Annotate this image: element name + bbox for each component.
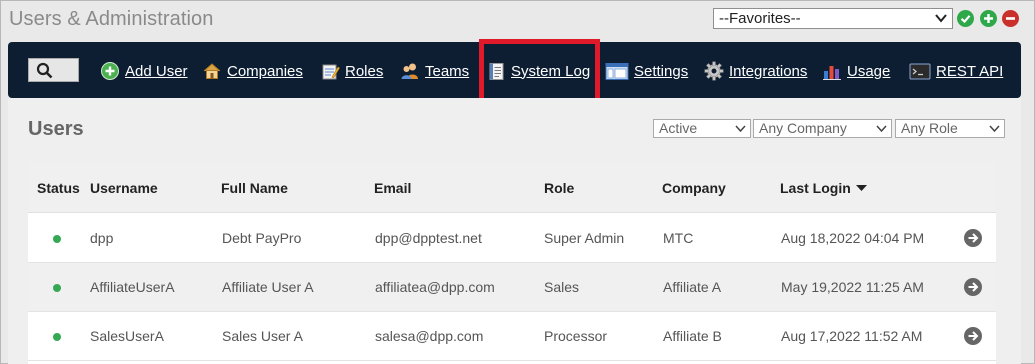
cell-full-name: Sales User A xyxy=(222,328,303,344)
nav-label: Settings xyxy=(634,62,689,80)
search-icon xyxy=(36,62,53,79)
nav-companies[interactable]: Companies xyxy=(202,60,303,82)
cell-role: Super Admin xyxy=(544,230,625,246)
status-filter-select[interactable]: Active xyxy=(653,119,751,138)
users-panel: Users Active Any Company Any Role Status… xyxy=(8,98,1021,364)
cell-company: MTC xyxy=(663,230,694,246)
nav-label: Integrations xyxy=(729,62,808,80)
nav-add-user[interactable]: Add User xyxy=(100,60,188,82)
column-header-username[interactable]: Username xyxy=(90,180,158,196)
nav-integrations[interactable]: Integrations xyxy=(704,60,807,82)
terminal-icon xyxy=(909,61,931,81)
users-table: Status Username Full Name Email Role Com… xyxy=(28,162,996,364)
chevron-down-icon xyxy=(934,10,948,26)
role-filter-value: Any Role xyxy=(901,120,958,136)
cell-full-name: Debt PayPro xyxy=(222,230,302,246)
page-title: Users & Administration xyxy=(9,8,214,30)
chevron-down-icon xyxy=(875,122,888,139)
roles-icon xyxy=(320,61,340,81)
favorites-select-value: --Favorites-- xyxy=(719,10,801,27)
status-active-dot xyxy=(53,235,61,243)
cell-username: SalesUserA xyxy=(90,328,164,344)
add-user-icon xyxy=(100,61,120,81)
nav-label: Roles xyxy=(345,62,384,80)
title-bar: Users & Administration --Favorites-- xyxy=(1,1,1034,39)
cell-company: Affiliate B xyxy=(663,328,722,344)
search-button[interactable] xyxy=(28,58,79,82)
add-icon[interactable] xyxy=(980,10,997,27)
nav-label: Companies xyxy=(227,62,303,80)
nav-label: Add User xyxy=(125,62,188,80)
column-header-full-name[interactable]: Full Name xyxy=(221,180,288,196)
nav-label: Usage xyxy=(847,62,891,80)
nav-label: REST API xyxy=(936,62,1004,80)
nav-system-log[interactable]: System Log xyxy=(486,60,590,82)
cell-role: Sales xyxy=(544,279,580,295)
column-header-company[interactable]: Company xyxy=(662,180,726,196)
column-header-role[interactable]: Role xyxy=(544,180,574,196)
table-row[interactable]: SalesUserA Sales User A salesa@dpp.com P… xyxy=(28,312,996,361)
arrow-right-icon[interactable] xyxy=(964,229,982,247)
chevron-down-icon xyxy=(988,122,1001,139)
arrow-right-icon[interactable] xyxy=(964,278,982,296)
nav-teams[interactable]: Teams xyxy=(400,60,469,82)
cell-company: Affiliate A xyxy=(663,279,722,295)
cell-role: Processor xyxy=(544,328,608,344)
cell-last-login: May 19,2022 11:25 AM xyxy=(781,279,924,295)
favorites-select[interactable]: --Favorites-- xyxy=(713,8,953,29)
check-icon[interactable] xyxy=(957,10,974,27)
team-icon xyxy=(400,61,420,81)
cell-email: dpp@dpptest.net xyxy=(375,230,482,246)
column-header-status[interactable]: Status xyxy=(37,180,80,196)
log-icon xyxy=(486,61,506,81)
company-filter-value: Any Company xyxy=(759,120,847,136)
cell-email: salesa@dpp.com xyxy=(375,328,484,344)
remove-icon[interactable] xyxy=(1002,10,1019,27)
chevron-down-icon xyxy=(734,122,747,139)
cell-username: AffiliateUserA xyxy=(90,279,175,295)
nav-label: Teams xyxy=(425,62,470,80)
chart-icon xyxy=(822,61,842,81)
status-active-dot xyxy=(53,333,61,341)
cell-username: dpp xyxy=(90,230,114,246)
column-header-email[interactable]: Email xyxy=(374,180,411,196)
gear-icon xyxy=(704,61,724,81)
column-header-last-login[interactable]: Last Login xyxy=(780,180,851,196)
home-icon xyxy=(202,61,222,81)
status-active-dot xyxy=(53,284,61,292)
nav-settings[interactable]: Settings xyxy=(605,60,688,82)
arrow-right-icon[interactable] xyxy=(964,327,982,345)
table-header: Status Username Full Name Email Role Com… xyxy=(28,162,996,213)
cell-last-login: Aug 18,2022 04:04 PM xyxy=(781,230,925,246)
nav-usage[interactable]: Usage xyxy=(822,60,890,82)
settings-icon xyxy=(605,61,629,81)
cell-full-name: Affiliate User A xyxy=(222,279,314,295)
role-filter-select[interactable]: Any Role xyxy=(895,119,1005,138)
section-title: Users xyxy=(28,118,84,140)
sort-desc-icon[interactable] xyxy=(856,184,867,192)
nav-bar: Add User Companies Roles Teams System Lo xyxy=(8,42,1021,98)
app-window: Users & Administration --Favorites-- Add… xyxy=(0,0,1035,364)
cell-email: affiliatea@dpp.com xyxy=(375,279,495,295)
cell-last-login: Aug 17,2022 11:52 AM xyxy=(781,328,923,344)
company-filter-select[interactable]: Any Company xyxy=(753,119,892,138)
nav-label: System Log xyxy=(511,62,591,80)
status-filter-value: Active xyxy=(659,120,698,136)
table-row[interactable]: dpp Debt PayPro dpp@dpptest.net Super Ad… xyxy=(28,214,996,263)
nav-roles[interactable]: Roles xyxy=(320,60,383,82)
table-row[interactable]: AffiliateUserA Affiliate User A affiliat… xyxy=(28,263,996,312)
nav-rest-api[interactable]: REST API xyxy=(909,60,1003,82)
